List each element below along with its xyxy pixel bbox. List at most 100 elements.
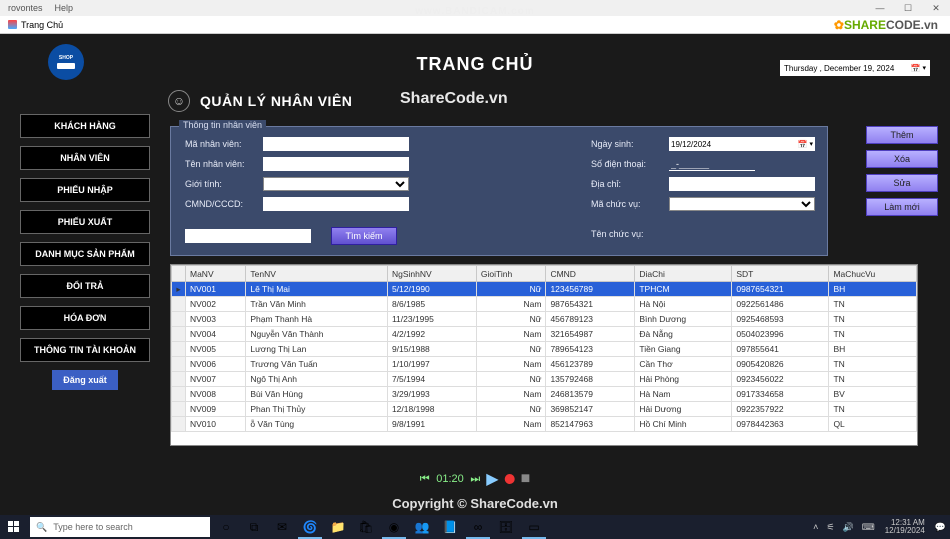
cell: 5/12/1990: [387, 282, 476, 297]
table-row[interactable]: NV006Trương Văn Tuấn1/10/1997Nam45612378…: [172, 357, 917, 372]
label-diachi: Địa chỉ:: [591, 179, 669, 189]
app-icon[interactable]: ▭: [520, 515, 548, 539]
edit-button[interactable]: Sửa: [866, 174, 938, 192]
col-header[interactable]: SDT: [732, 266, 829, 282]
add-button[interactable]: Thêm: [866, 126, 938, 144]
calendar-icon: 📅: [911, 64, 921, 73]
col-header[interactable]: TenNV: [246, 266, 388, 282]
tray-chevron-icon[interactable]: ˄: [809, 522, 822, 532]
maximize-button[interactable]: ☐: [894, 0, 922, 16]
minimize-button[interactable]: —: [866, 0, 894, 16]
cortana-icon[interactable]: ○: [212, 515, 240, 539]
row-header: [172, 312, 186, 327]
table-row[interactable]: NV004Nguyễn Văn Thành4/2/1992Nam32165498…: [172, 327, 917, 342]
refresh-button[interactable]: Làm mới: [866, 198, 938, 216]
app-frame: SHOP TRANG CHỦ Thursday , December 19, 2…: [0, 34, 950, 515]
sidebar-item-phieunhap[interactable]: PHIẾU NHẬP: [20, 178, 150, 202]
shop-logo[interactable]: SHOP: [48, 44, 84, 80]
cell: Hải Phòng: [635, 372, 732, 387]
table-row[interactable]: NV003Phạm Thanh Hà11/23/1995Nữ456789123B…: [172, 312, 917, 327]
cell: QL: [829, 417, 917, 432]
close-button[interactable]: ✕: [922, 0, 950, 16]
taskbar-clock[interactable]: 12:31 AM 12/19/2024: [879, 519, 931, 535]
vs-icon[interactable]: ∞: [464, 515, 492, 539]
delete-button[interactable]: Xóa: [866, 150, 938, 168]
input-diachi[interactable]: [669, 177, 815, 191]
cell: TN: [829, 357, 917, 372]
cell: 8/6/1985: [387, 297, 476, 312]
sidebar-item-hoadon[interactable]: HÓA ĐƠN: [20, 306, 150, 330]
cell: TN: [829, 327, 917, 342]
chrome-icon[interactable]: ◉: [380, 515, 408, 539]
col-header[interactable]: NgSinhNV: [387, 266, 476, 282]
input-cmnd[interactable]: [263, 197, 409, 211]
col-header[interactable]: CMND: [546, 266, 635, 282]
cell: NV009: [186, 402, 246, 417]
word-icon[interactable]: 📘: [436, 515, 464, 539]
col-header[interactable]: GioiTinh: [476, 266, 546, 282]
col-header[interactable]: MaNV: [186, 266, 246, 282]
mail-icon[interactable]: ✉: [268, 515, 296, 539]
start-button[interactable]: [0, 515, 28, 539]
search-button[interactable]: Tìm kiếm: [331, 227, 397, 245]
play-icon[interactable]: ▶: [486, 469, 498, 489]
store-icon[interactable]: 🛍: [352, 515, 380, 539]
wifi-icon[interactable]: ⚟: [822, 522, 838, 533]
cell: 789654123: [546, 342, 635, 357]
cell: 321654987: [546, 327, 635, 342]
logout-button[interactable]: Đăng xuất: [52, 370, 118, 390]
record-icon[interactable]: [505, 474, 515, 484]
volume-icon[interactable]: 🔊: [839, 522, 858, 533]
cell: 0922357922: [732, 402, 829, 417]
edge-icon[interactable]: 🌀: [296, 515, 324, 539]
sidebar-item-khachhang[interactable]: KHÁCH HÀNG: [20, 114, 150, 138]
system-tray: ˄ ⚟ 🔊 ⌨ 12:31 AM 12/19/2024 💬: [809, 515, 950, 539]
sql-icon[interactable]: 🗄: [492, 515, 520, 539]
table-row[interactable]: NV002Trần Văn Minh8/6/1985Nam987654321Hà…: [172, 297, 917, 312]
select-gioitinh[interactable]: [263, 177, 409, 191]
table-row[interactable]: NV009Phan Thị Thủy12/18/1998Nữ369852147H…: [172, 402, 917, 417]
cell: NV005: [186, 342, 246, 357]
table-row[interactable]: NV005Lương Thị Lan9/15/1988Nữ789654123Ti…: [172, 342, 917, 357]
input-ngaysinh[interactable]: 19/12/2024 📅 ▾: [669, 137, 815, 151]
cell: NV007: [186, 372, 246, 387]
table-row[interactable]: ▸NV001Lê Thị Mai5/12/1990Nữ123456789TPHC…: [172, 282, 917, 297]
stop-icon[interactable]: ■: [521, 470, 531, 488]
cell: Nữ: [476, 282, 546, 297]
teams-icon[interactable]: 👥: [408, 515, 436, 539]
label-cmnd: CMND/CCCD:: [185, 199, 263, 209]
table-row[interactable]: NV007Ngô Thị Anh7/5/1994Nữ135792468Hải P…: [172, 372, 917, 387]
input-manv[interactable]: [263, 137, 409, 151]
sidebar-item-phieuxuat[interactable]: PHIẾU XUẤT: [20, 210, 150, 234]
taskbar-search[interactable]: 🔍 Type here to search: [30, 517, 210, 537]
input-search[interactable]: [185, 229, 311, 243]
date-value: Thursday , December 19, 2024: [784, 64, 894, 73]
sidebar-item-nhanvien[interactable]: NHÂN VIÊN: [20, 146, 150, 170]
table-row[interactable]: NV010ỗ Văn Tùng9/8/1991Nam852147963Hồ Ch…: [172, 417, 917, 432]
cell: 3/29/1993: [387, 387, 476, 402]
cell: Phan Thị Thủy: [246, 402, 388, 417]
language-icon[interactable]: ⌨: [858, 522, 879, 533]
menu-item[interactable]: Help: [55, 3, 74, 13]
taskview-icon[interactable]: ⧉: [240, 515, 268, 539]
cell: Lê Thị Mai: [246, 282, 388, 297]
menu-item[interactable]: rovontes: [8, 3, 43, 13]
sidebar-item-danhmuc[interactable]: DANH MỤC SẢN PHẨM: [20, 242, 150, 266]
col-header[interactable]: DiaChi: [635, 266, 732, 282]
notifications-icon[interactable]: 💬: [931, 522, 950, 533]
window-tab[interactable]: Trang Chủ: [0, 20, 71, 30]
top-date-picker[interactable]: Thursday , December 19, 2024 📅 ▾: [780, 60, 930, 76]
chevron-down-icon: ▾: [922, 64, 926, 72]
rec-time: ⏮ 01:20 ⏭: [420, 472, 481, 486]
input-sdt[interactable]: [669, 157, 755, 171]
sidebar-item-doitra[interactable]: ĐỔI TRẢ: [20, 274, 150, 298]
employee-table[interactable]: MaNVTenNVNgSinhNVGioiTinhCMNDDiaChiSDTMa…: [170, 264, 918, 446]
label-machucvu: Mã chức vụ:: [591, 199, 669, 209]
select-machucvu[interactable]: [669, 197, 815, 211]
col-header[interactable]: MaChucVu: [829, 266, 917, 282]
cell: ỗ Văn Tùng: [246, 417, 388, 432]
sidebar-item-taikhoan[interactable]: THÔNG TIN TÀI KHOẢN: [20, 338, 150, 362]
explorer-icon[interactable]: 📁: [324, 515, 352, 539]
table-row[interactable]: NV008Bùi Văn Hùng3/29/1993Nam246813579Hà…: [172, 387, 917, 402]
input-tennv[interactable]: [263, 157, 409, 171]
